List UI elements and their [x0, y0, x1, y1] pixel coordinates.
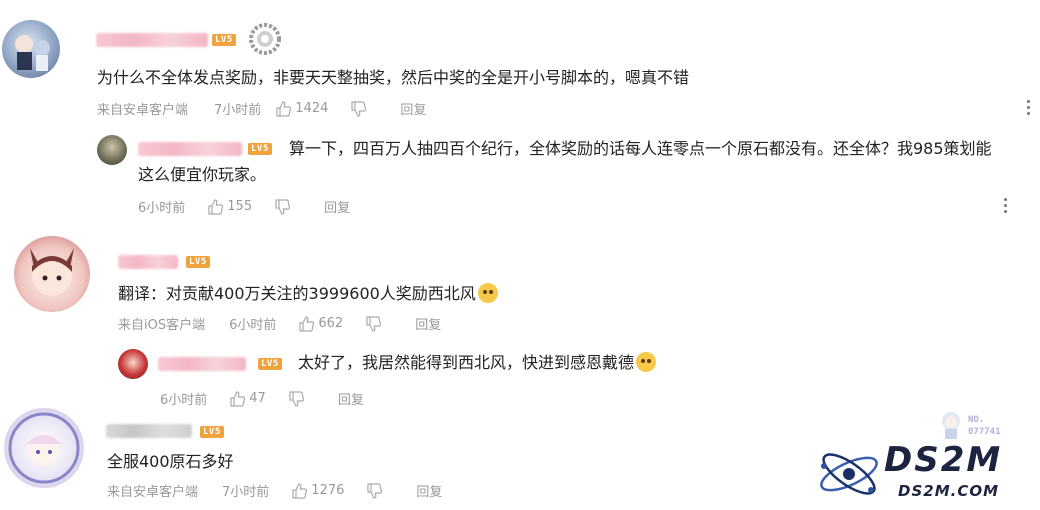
- thumbs-up-icon: [299, 315, 315, 332]
- smug-face-emoji-icon: [477, 283, 498, 303]
- comment-meta: 来自安卓客户端 7小时前 1424 回复: [97, 99, 442, 118]
- more-options-icon[interactable]: [1004, 198, 1008, 216]
- watermark-url: DS2M.COM: [898, 482, 1000, 500]
- avatar-art-icon: [15, 35, 50, 71]
- reply-button[interactable]: 回复: [416, 481, 442, 500]
- comment-text: 为什么不全体发点奖励，非要天天整抽奖，然后中奖的全是开小号脚本的，嗯真不错: [97, 68, 690, 87]
- like-count: 1276: [311, 483, 345, 498]
- reply-button[interactable]: 回复: [415, 314, 441, 333]
- comment-text: 翻译：对贡献400万关注的3999600人奖励西北风: [118, 280, 498, 308]
- atom-logo-icon: [820, 453, 878, 495]
- like-button[interactable]: 155: [207, 198, 253, 215]
- reply-button[interactable]: 回复: [324, 197, 350, 216]
- avatar[interactable]: [97, 135, 127, 165]
- like-button[interactable]: 662: [298, 315, 344, 332]
- level-badge: LV5: [186, 256, 210, 268]
- like-count: 47: [249, 391, 266, 406]
- avatar-art-icon: [8, 412, 80, 484]
- reply-button[interactable]: 回复: [400, 99, 426, 118]
- reply-text-content: 太好了，我居然能得到西北风，快进到感恩戴德: [298, 353, 635, 372]
- thumbs-down-icon: [367, 482, 383, 499]
- timestamp: 6小时前: [160, 393, 208, 408]
- timestamp: 7小时前: [214, 103, 262, 118]
- comment-text-content: 翻译：对贡献400万关注的3999600人奖励西北风: [118, 284, 476, 303]
- avatar[interactable]: [118, 349, 148, 379]
- thumbs-up-icon: [276, 100, 292, 117]
- dislike-button[interactable]: [288, 390, 308, 407]
- gear-badge-icon: [249, 23, 281, 55]
- dislike-button[interactable]: [274, 198, 294, 215]
- username[interactable]: [96, 33, 208, 47]
- like-button[interactable]: 1424: [275, 100, 329, 117]
- level-badge: LV5: [200, 426, 224, 438]
- thumbs-down-icon: [351, 100, 367, 117]
- level-badge: LV5: [248, 143, 272, 155]
- thumbs-down-icon: [275, 198, 291, 215]
- dislike-button[interactable]: [350, 100, 370, 117]
- reply-meta: 6小时前 155 回复: [138, 197, 366, 216]
- thumbs-down-icon: [289, 390, 304, 407]
- timestamp: 7小时前: [222, 485, 270, 500]
- thumbs-up-icon: [230, 390, 246, 407]
- client-source: 来自安卓客户端: [97, 103, 189, 118]
- avatar[interactable]: [2, 20, 60, 78]
- username[interactable]: [118, 255, 178, 269]
- thumbs-up-icon: [292, 482, 308, 499]
- reply-text: 太好了，我居然能得到西北风，快进到感恩戴德: [298, 349, 657, 377]
- reply-text-continued: 这么便宜你玩家。: [138, 165, 267, 184]
- reply-text: 算一下，四百万人抽四百个纪行，全体奖励的话每人连零点一个原石都没有。还全体？我9…: [289, 139, 992, 158]
- username[interactable]: [138, 142, 242, 156]
- avatar-art-icon: [30, 248, 74, 296]
- like-count: 1424: [295, 101, 329, 116]
- thumbs-up-icon: [208, 198, 224, 215]
- like-count: 155: [227, 199, 253, 214]
- more-options-icon[interactable]: [1027, 100, 1031, 118]
- reply-meta: 6小时前 47 回复: [160, 389, 380, 408]
- comment-meta: 来自iOS客户端 6小时前 662 回复: [118, 314, 457, 333]
- watermark-brand: DS2M: [884, 440, 1003, 480]
- client-source: 来自iOS客户端: [118, 318, 206, 333]
- level-badge: LV5: [212, 34, 236, 46]
- avatar[interactable]: [4, 408, 84, 488]
- comment-text: 全服400原石多好: [107, 452, 234, 471]
- watermark-badge-text: NO. 077741: [968, 415, 1001, 437]
- reply-button[interactable]: 回复: [338, 389, 364, 408]
- like-button[interactable]: 1276: [291, 482, 345, 499]
- dislike-button[interactable]: [365, 315, 385, 332]
- username[interactable]: [106, 424, 192, 438]
- like-button[interactable]: 47: [229, 390, 266, 407]
- watermark-badge: NO. 077741: [938, 410, 1008, 444]
- mascot-icon: [942, 412, 960, 439]
- username[interactable]: [158, 357, 246, 371]
- level-badge: LV5: [258, 358, 282, 370]
- crying-face-emoji-icon: [636, 352, 657, 372]
- client-source: 来自安卓客户端: [107, 485, 199, 500]
- comment-meta: 来自安卓客户端 7小时前 1276 回复: [107, 481, 458, 500]
- avatar[interactable]: [14, 236, 90, 312]
- dislike-button[interactable]: [366, 482, 386, 499]
- thumbs-down-icon: [366, 315, 382, 332]
- like-count: 662: [318, 316, 344, 331]
- timestamp: 6小时前: [229, 318, 277, 333]
- timestamp: 6小时前: [138, 201, 186, 216]
